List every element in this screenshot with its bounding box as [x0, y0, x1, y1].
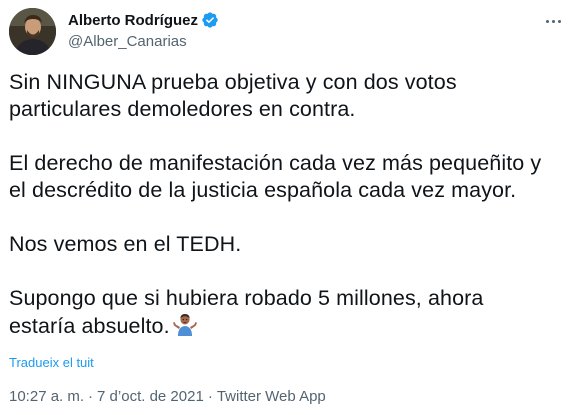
user-avatar-photo-icon — [9, 8, 56, 55]
meta-separator: · — [88, 388, 94, 405]
tweet-source[interactable]: Twitter Web App — [217, 388, 326, 405]
more-horizontal-icon-dot — [557, 19, 561, 23]
translate-tweet-link[interactable]: Tradueix el tuit — [9, 355, 94, 370]
tweet-paragraph: Sin NINGUNA prueba objetiva y con dos vo… — [9, 70, 457, 121]
tweet-metadata: 10:27 a. m. · 7 d’oct. de 2021 · Twitter… — [9, 388, 326, 405]
meta-separator: · — [207, 388, 213, 405]
more-options-button[interactable] — [539, 10, 567, 32]
person-shrugging-emoji-icon — [172, 312, 198, 338]
more-horizontal-icon-dot — [551, 19, 555, 23]
name-row: Alberto Rodríguez — [68, 10, 219, 30]
verified-badge-icon — [201, 11, 219, 29]
author-info: Alberto Rodríguez @Alber_Canarias — [68, 10, 219, 50]
tweet-paragraph: Nos vemos en el TEDH. — [9, 232, 242, 256]
avatar[interactable] — [9, 8, 56, 55]
tweet-paragraph: Supongo que si hubiera robado 5 millones… — [9, 286, 484, 338]
handle[interactable]: @Alber_Canarias — [68, 33, 219, 50]
more-horizontal-icon — [545, 19, 549, 23]
tweet-text: Sin NINGUNA prueba objetiva y con dos vo… — [9, 69, 574, 340]
tweet-paragraph-last: Supongo que si hubiera robado 5 millones… — [9, 285, 574, 340]
tweet-date[interactable]: 7 d’oct. de 2021 — [97, 388, 204, 405]
tweet-card: Alberto Rodríguez @Alber_Canarias Sin NI… — [0, 0, 581, 415]
display-name[interactable]: Alberto Rodríguez — [68, 12, 198, 29]
tweet-time[interactable]: 10:27 a. m. — [9, 388, 84, 405]
tweet-paragraph: El derecho de manifestación cada vez más… — [9, 151, 542, 202]
